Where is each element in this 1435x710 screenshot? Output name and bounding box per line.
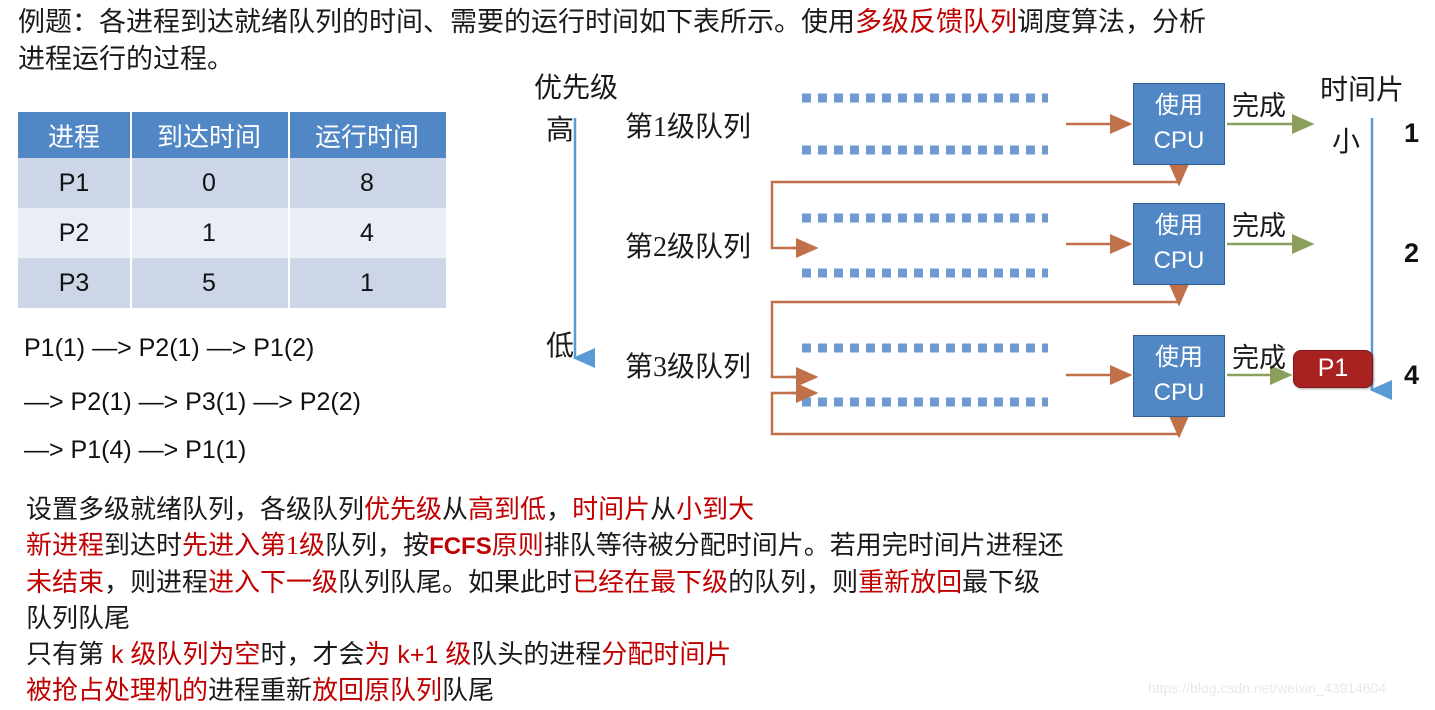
note-run: 队列，按 [325, 531, 430, 560]
mlfq-diagram: 优先级 高 低 时间片 小 第1级队列 第2级队列 第3级队列 使用 CPU 使… [520, 60, 1435, 460]
queue-1-rails [802, 93, 1048, 155]
problem-text-part2: 调度算法，分析 [1017, 7, 1206, 37]
note-run: ，则进程 [104, 568, 209, 597]
note-run: 分配时间片 [601, 640, 732, 669]
note-line-2: 新进程到达时先进入第1级队列，按FCFS原则排队等待被分配时间片。若用完时间片进… [26, 528, 1426, 565]
cell-process: P1 [18, 158, 130, 208]
feedback-arrow-level3-self [770, 391, 1181, 436]
feedback-arrow-level1-to-level2 [770, 165, 1181, 250]
table-header-arrival: 到达时间 [130, 112, 288, 158]
table-row: P3 5 1 [18, 258, 446, 308]
queue-2-rails [802, 213, 1048, 278]
timeslice-small-label: 小 [1332, 127, 1361, 158]
note-run: 高到低 [468, 495, 547, 524]
note-run: k+1 [390, 641, 446, 669]
cpu-box-level-1: 使用 CPU [1133, 83, 1225, 165]
note-run: 队列队尾。如果此时 [338, 568, 573, 597]
note-run: 放回原队列 [312, 676, 443, 705]
note-run: FCFS [429, 533, 492, 560]
note-run: 只有第 [26, 640, 105, 669]
cell-runtime: 1 [288, 258, 446, 308]
cpu-box-level-3: 使用 CPU [1133, 335, 1225, 417]
note-run: 时间片 [572, 495, 651, 524]
note-run: 最下级 [962, 568, 1041, 597]
note-run: 小到大 [676, 495, 755, 524]
note-run: 队头的进程 [471, 640, 602, 669]
note-run: 从 [650, 495, 677, 524]
note-run: 队列队尾 [26, 604, 131, 633]
execution-sequence-line: —> P1(4) —> P1(1) [24, 436, 247, 464]
table-row: P1 0 8 [18, 158, 446, 208]
cell-runtime: 8 [288, 158, 446, 208]
note-run: 级 [445, 640, 472, 669]
timeslice-value-level-3: 4 [1404, 360, 1420, 390]
note-run: 从 [442, 495, 469, 524]
cpu-box-label-cpu: CPU [1153, 379, 1205, 406]
explanation-notes: 设置多级就绪队列，各级队列优先级从高到低，时间片从小到大 新进程到达时先进入第1… [26, 492, 1426, 709]
table-header-process: 进程 [18, 112, 130, 158]
priority-high-label: 高 [546, 115, 575, 146]
priority-low-label: 低 [546, 331, 575, 362]
cpu-box-label-cpu: CPU [1153, 247, 1205, 274]
cell-process: P2 [18, 208, 130, 258]
note-run: 到达时 [104, 531, 183, 560]
table-header-row: 进程 到达时间 运行时间 [18, 112, 446, 158]
cell-arrival: 5 [130, 258, 288, 308]
note-run: k [104, 641, 131, 669]
done-label-level-1: 完成 [1232, 91, 1286, 121]
note-run: 进入下一级 [208, 568, 339, 597]
finished-process-badge: P1 [1293, 350, 1373, 388]
note-line-5: 只有第 k 级队列为空时，才会为 k+1 级队头的进程分配时间片 [26, 637, 1426, 673]
problem-text-part1: 例题：各进程到达就绪队列的时间、需要的运行时间如下表所示。使用 [18, 7, 855, 37]
table-header-runtime: 运行时间 [288, 112, 446, 158]
note-run: 新进程 [26, 531, 105, 560]
note-run: 被抢占处理机的 [26, 676, 209, 705]
cpu-box-label-cpu: CPU [1153, 127, 1205, 154]
note-run: 的队列，则 [728, 568, 859, 597]
problem-highlight-algorithm: 多级反馈队列 [855, 7, 1017, 37]
cpu-box-label-use: 使用 [1155, 213, 1203, 239]
table-row: P2 1 4 [18, 208, 446, 258]
note-line-1: 设置多级就绪队列，各级队列优先级从高到低，时间片从小到大 [26, 492, 1426, 528]
note-run: 队尾 [442, 676, 495, 705]
queue-level-2-label: 第2级队列 [625, 232, 752, 263]
done-label-level-3: 完成 [1232, 343, 1286, 373]
timeslice-value-level-2: 2 [1404, 238, 1420, 268]
cell-arrival: 0 [130, 158, 288, 208]
note-run: 排队等待被分配时间片。若用完时间片进程还 [543, 531, 1064, 560]
note-run: 为 [364, 640, 391, 669]
cell-runtime: 4 [288, 208, 446, 258]
queue-level-1-label: 第1级队列 [625, 112, 752, 143]
done-label-level-2: 完成 [1232, 211, 1286, 241]
note-run: 重新放回 [858, 568, 963, 597]
note-run: 已经在最下级 [572, 568, 729, 597]
execution-sequence-line: —> P2(1) —> P3(1) —> P2(2) [24, 388, 361, 416]
process-table: 进程 到达时间 运行时间 P1 0 8 P2 1 4 P3 5 1 [18, 112, 446, 308]
execution-sequence-line: P1(1) —> P2(1) —> P1(2) [24, 334, 315, 362]
cell-process: P3 [18, 258, 130, 308]
note-run: 未结束 [26, 568, 105, 597]
cell-arrival: 1 [130, 208, 288, 258]
queue-3-rails [802, 343, 1048, 407]
problem-statement-line1: 例题：各进程到达就绪队列的时间、需要的运行时间如下表所示。使用多级反馈队列调度算… [18, 4, 1418, 41]
note-line-4: 队列队尾 [26, 601, 1426, 637]
priority-axis-title: 优先级 [534, 73, 619, 104]
feedback-arrow-level2-to-level3 [770, 285, 1181, 379]
note-run: 进程重新 [208, 676, 313, 705]
note-run: 级队列为空 [130, 640, 261, 669]
note-run: ， [546, 495, 573, 524]
note-run: 先进入第1级 [182, 531, 326, 560]
timeslice-axis-title: 时间片 [1320, 75, 1405, 106]
note-line-3: 未结束，则进程进入下一级队列队尾。如果此时已经在最下级的队列，则重新放回最下级 [26, 565, 1426, 601]
note-run: 原则 [491, 531, 544, 560]
cpu-box-label-use: 使用 [1155, 93, 1203, 119]
watermark: https://blog.csdn.net/weixin_43914604 [1148, 680, 1387, 696]
timeslice-value-level-1: 1 [1404, 118, 1420, 148]
cpu-box-label-use: 使用 [1155, 345, 1203, 371]
queue-level-3-label: 第3级队列 [625, 352, 752, 383]
cpu-box-level-2: 使用 CPU [1133, 203, 1225, 285]
note-run: 优先级 [364, 495, 443, 524]
note-run: 时，才会 [260, 640, 365, 669]
note-run: 设置多级就绪队列，各级队列 [26, 495, 365, 524]
